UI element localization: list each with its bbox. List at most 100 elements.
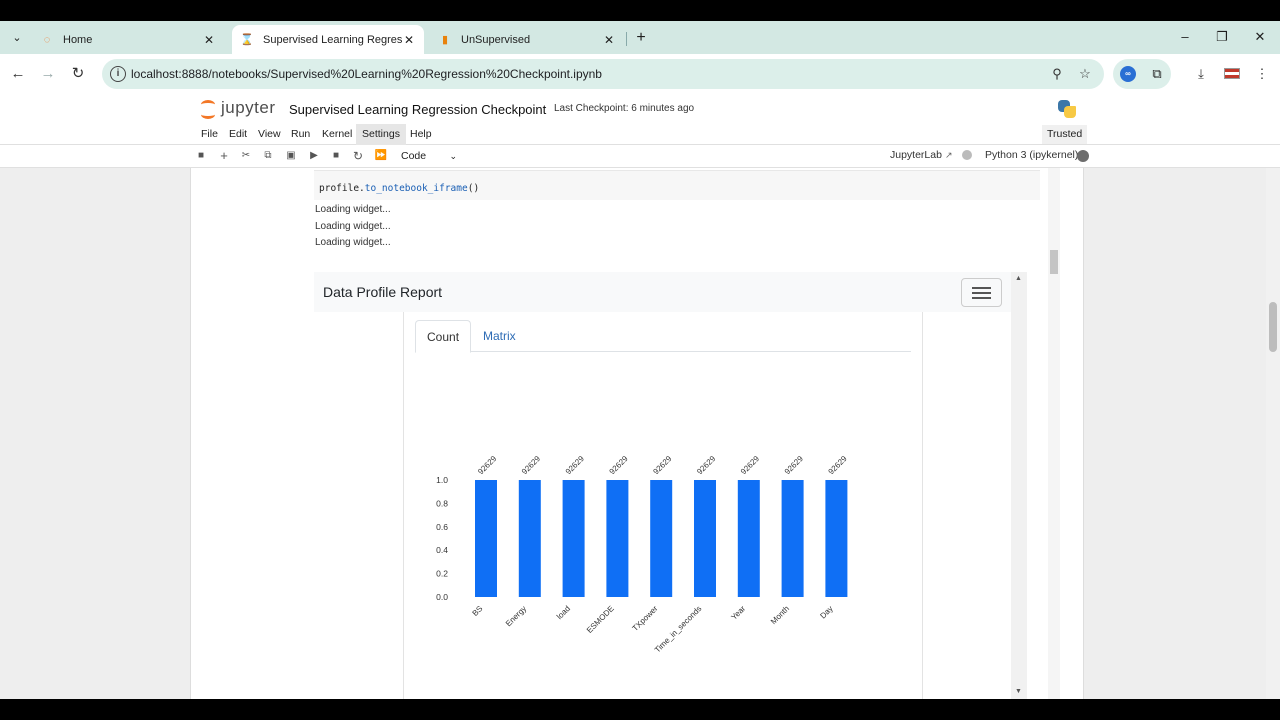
tab-title: Home: [63, 33, 93, 46]
x-tick-label: Month: [769, 604, 791, 626]
minimize-icon[interactable]: –: [1175, 28, 1195, 46]
code-cell[interactable]: profile.to_notebook_iframe(): [314, 170, 1040, 200]
zoom-icon[interactable]: ⚲: [1048, 65, 1066, 83]
run-icon[interactable]: ▶: [306, 148, 322, 164]
panel-scrollbar[interactable]: [1048, 168, 1060, 699]
bar-top-label: 92629: [476, 454, 498, 476]
code-function: to_notebook_iframe: [364, 183, 468, 194]
tab-unsupervised[interactable]: ▮ UnSupervised ✕: [430, 25, 624, 54]
profile-report-iframe: Data Profile Report Count Matrix 0.0 0.2 0…: [314, 272, 1011, 699]
close-icon[interactable]: ✕: [202, 33, 216, 47]
fast-forward-icon[interactable]: ⏩: [373, 148, 389, 164]
new-tab-plus-icon[interactable]: +: [632, 29, 650, 47]
url-text[interactable]: localhost:8888/notebooks/Supervised%20Le…: [131, 67, 602, 81]
jupyterlab-link-label: JupyterLab: [890, 149, 942, 161]
report-navbar: Data Profile Report: [314, 272, 1011, 312]
bookmark-star-icon[interactable]: ☆: [1076, 65, 1094, 83]
hamburger-menu-icon[interactable]: [961, 278, 1002, 307]
address-bar[interactable]: i localhost:8888/notebooks/Supervised%20…: [102, 59, 1104, 89]
jupyter-logo-text: jupyter: [221, 98, 276, 117]
browser-toolbar: ← → ↻ i localhost:8888/notebooks/Supervi…: [0, 54, 1280, 94]
menu-run[interactable]: Run: [285, 124, 316, 145]
bar: [737, 480, 760, 597]
kebab-menu-icon[interactable]: ⋮: [1252, 64, 1272, 84]
tab-title: UnSupervised: [461, 33, 531, 46]
jupyter-menubar: File Edit View Run Kernel Settings Help …: [0, 124, 1280, 145]
site-info-icon[interactable]: i: [110, 66, 126, 82]
report-tabs: Count Matrix: [415, 320, 911, 353]
tab-title: Supervised Learning Regressio: [263, 33, 402, 46]
back-arrow-icon[interactable]: ←: [8, 64, 28, 84]
bar-top-label: 92629: [651, 454, 673, 476]
tab-matrix[interactable]: Matrix: [472, 320, 527, 352]
menu-edit[interactable]: Edit: [223, 124, 253, 145]
notebook-title[interactable]: Supervised Learning Regression Checkpoin…: [289, 102, 546, 117]
hourglass-icon: ⌛: [240, 34, 254, 46]
checkpoint-status: Last Checkpoint: 6 minutes ago: [554, 103, 695, 114]
puzzle-icon[interactable]: ⧉: [1148, 65, 1166, 83]
bar: [475, 480, 497, 597]
menu-help[interactable]: Help: [404, 124, 438, 145]
restart-icon[interactable]: ↻: [350, 148, 366, 164]
stop-icon[interactable]: ■: [328, 148, 344, 164]
y-tick-label: 0.6: [436, 522, 448, 532]
kernel-settings-icon[interactable]: [962, 150, 972, 160]
report-title[interactable]: Data Profile Report: [323, 284, 442, 300]
reload-icon[interactable]: ↻: [68, 64, 88, 84]
x-tick-label: ESMODE: [585, 604, 616, 635]
profile-avatar-icon[interactable]: [1224, 68, 1240, 79]
iframe-scrollbar[interactable]: ▲ ▼: [1011, 272, 1027, 699]
download-icon[interactable]: ⤓: [1191, 64, 1211, 84]
tab-home[interactable]: ◌ Home ✕: [32, 25, 224, 54]
bar: [781, 480, 804, 597]
tab-search-chevron-icon[interactable]: ⌄: [8, 29, 26, 47]
loading-text: Loading widget...: [315, 204, 391, 215]
jupyter-logo[interactable]: jupyter: [200, 98, 276, 119]
y-tick-label: 0.4: [436, 545, 448, 555]
menu-view[interactable]: View: [252, 124, 287, 145]
insert-cell-plus-icon[interactable]: +: [216, 148, 232, 164]
jupyter-logo-icon: [200, 98, 218, 119]
y-tick-label: 0.8: [436, 498, 448, 508]
tab-supervised[interactable]: ⌛ Supervised Learning Regressio ✕: [232, 25, 424, 54]
cut-icon[interactable]: ✂: [238, 148, 254, 164]
bar-top-label: 92629: [608, 454, 630, 476]
menu-kernel[interactable]: Kernel: [316, 124, 358, 145]
cell-type-select[interactable]: Code ⌄: [397, 148, 461, 164]
kernel-status-icon: [1077, 150, 1089, 162]
notebook-icon: ▮: [441, 34, 449, 46]
x-tick-label: Day: [818, 604, 834, 620]
page-scroll-thumb[interactable]: [1269, 302, 1277, 352]
save-icon[interactable]: ■: [193, 148, 209, 164]
bar-top-label: 92629: [520, 454, 542, 476]
trusted-indicator[interactable]: Trusted: [1042, 125, 1088, 144]
scroll-down-arrow-icon[interactable]: ▼: [1015, 688, 1022, 695]
kernel-name[interactable]: Python 3 (ipykernel): [985, 149, 1078, 161]
copy-icon[interactable]: ⧉: [260, 148, 276, 164]
loading-text: Loading widget...: [315, 221, 391, 232]
loading-text: Loading widget...: [315, 237, 391, 248]
forward-arrow-icon[interactable]: →: [38, 64, 58, 84]
python-logo-icon: [1058, 100, 1076, 118]
panel-scroll-thumb[interactable]: [1050, 250, 1058, 274]
bar-top-label: 92629: [739, 454, 761, 476]
browser-window: ⌄ ◌ Home ✕ ⌛ Supervised Learning Regress…: [0, 21, 1280, 699]
paste-icon[interactable]: ▣: [283, 148, 299, 164]
tab-count[interactable]: Count: [415, 320, 472, 353]
x-tick-label: BS: [471, 604, 485, 618]
jupyterlab-link[interactable]: JupyterLab ↗: [890, 149, 953, 161]
close-icon[interactable]: ✕: [402, 33, 416, 47]
extension-icon[interactable]: ∞: [1120, 66, 1136, 82]
bar: [825, 480, 848, 597]
cell-type-value: Code: [401, 150, 427, 162]
close-icon[interactable]: ✕: [602, 33, 616, 47]
restore-icon[interactable]: ❐: [1212, 28, 1232, 46]
y-tick-label: 0.2: [436, 569, 448, 579]
menu-file[interactable]: File: [195, 124, 224, 145]
menu-settings[interactable]: Settings: [356, 124, 406, 145]
scroll-up-arrow-icon[interactable]: ▲: [1015, 275, 1022, 282]
page-scrollbar[interactable]: [1266, 168, 1280, 699]
window-close-icon[interactable]: ✕: [1250, 28, 1270, 46]
x-tick-label: TXpower: [631, 604, 660, 633]
code-line[interactable]: profile.to_notebook_iframe(): [319, 183, 479, 194]
